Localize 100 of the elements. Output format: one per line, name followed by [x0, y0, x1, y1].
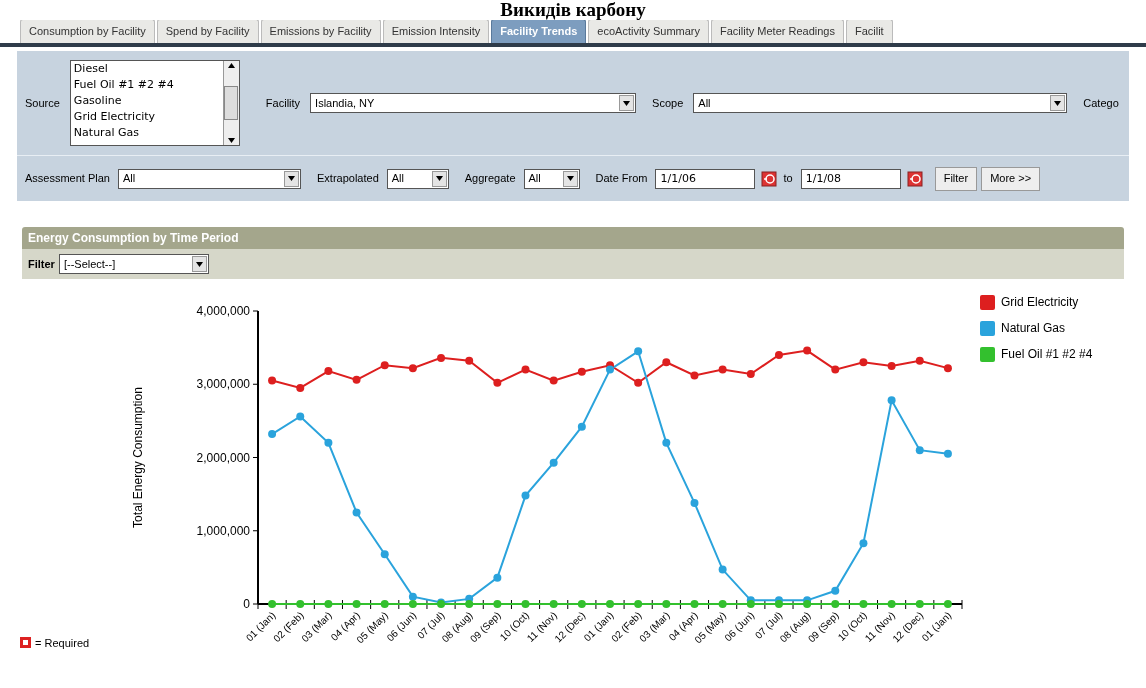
axis-tick-label: 4,000,000	[196, 304, 250, 318]
calendar-icon[interactable]	[906, 170, 923, 187]
data-point	[352, 508, 361, 517]
field-label: Date From	[595, 171, 648, 187]
extrapolated-select[interactable]: All	[386, 168, 449, 189]
scroll-up-icon[interactable]	[227, 63, 235, 68]
list-option[interactable]: Grid Electricity	[73, 109, 220, 125]
list-option[interactable]: Diesel	[73, 61, 220, 77]
data-point	[577, 600, 586, 608]
data-point	[380, 550, 389, 559]
legend-label: Fuel Oil #1 #2 #4	[1001, 346, 1093, 363]
caret-icon	[288, 176, 295, 181]
field-label: Facility	[265, 95, 301, 111]
data-point	[493, 378, 502, 387]
data-point	[887, 361, 896, 370]
date-field[interactable]: 1/1/08	[800, 168, 901, 189]
data-point	[662, 600, 671, 608]
data-point	[268, 376, 277, 385]
field-label: Scope	[652, 95, 684, 111]
data-point	[408, 592, 417, 601]
aggregate-select[interactable]: All	[523, 168, 580, 189]
field-label: Extrapolated	[317, 171, 379, 187]
list-option[interactable]: Natural Gas	[73, 125, 220, 141]
tab[interactable]: Emission Intensity	[382, 20, 490, 43]
tab[interactable]: Spend by Facility	[156, 20, 259, 43]
data-point	[493, 600, 502, 608]
axis-tick-label: 1,000,000	[196, 523, 250, 538]
caret-icon	[1054, 100, 1062, 106]
data-point	[268, 430, 277, 439]
data-point	[296, 383, 305, 392]
data-point	[465, 356, 474, 365]
data-point	[774, 350, 783, 359]
data-point	[549, 458, 558, 467]
tab[interactable]: Facility Meter Readings	[711, 20, 844, 43]
field-label: Filter	[28, 256, 55, 272]
data-point	[634, 378, 643, 387]
tab[interactable]: ecoActivity Summary	[588, 20, 709, 43]
data-point	[831, 365, 840, 374]
data-point	[577, 422, 586, 431]
data-point	[352, 600, 361, 608]
filter-select[interactable]: [--Select--]	[58, 254, 209, 274]
field-label: Catego	[1083, 95, 1119, 111]
field-label: Source	[25, 95, 60, 111]
date-field[interactable]: 1/1/06	[655, 168, 756, 189]
data-point	[915, 600, 924, 608]
calendar-icon[interactable]	[761, 170, 778, 187]
data-point	[718, 365, 727, 374]
caret-icon	[623, 100, 631, 106]
assessment-plan-select[interactable]: All	[118, 168, 301, 189]
list-option[interactable]: Fuel Oil #1 #2 #4	[73, 77, 220, 93]
data-point	[690, 600, 699, 608]
scrollbar[interactable]	[222, 61, 239, 145]
list-option[interactable]: Gasoline	[73, 93, 220, 109]
data-point	[718, 565, 727, 574]
data-point	[493, 573, 502, 582]
tab[interactable]: Facilit	[845, 20, 893, 43]
scope-select[interactable]: All	[693, 93, 1068, 113]
caret-icon	[566, 176, 574, 181]
data-point	[549, 376, 558, 385]
caret-icon	[435, 176, 443, 181]
data-point	[831, 586, 840, 595]
filter-button[interactable]: Filter	[934, 166, 978, 191]
data-point	[352, 375, 361, 384]
footnote: = Required	[35, 635, 90, 651]
data-point	[324, 600, 333, 608]
data-point	[380, 361, 389, 370]
data-point	[690, 371, 699, 380]
data-point	[887, 396, 896, 405]
facility-select[interactable]: Islandia, NY	[310, 93, 637, 113]
field-label: Aggregate	[464, 171, 516, 187]
data-point	[859, 358, 868, 367]
data-point	[634, 600, 643, 608]
caret-icon	[195, 261, 203, 267]
data-point	[662, 438, 671, 447]
legend-label: Natural Gas	[1001, 320, 1066, 337]
data-point	[380, 600, 389, 608]
data-point	[577, 367, 586, 376]
data-point	[718, 600, 727, 608]
tab[interactable]: Emissions by Facility	[260, 20, 381, 43]
data-point	[915, 446, 924, 455]
section-title: Energy Consumption by Time Period	[28, 230, 239, 247]
tab[interactable]: Consumption by Facility	[20, 20, 155, 43]
data-point	[915, 356, 924, 365]
data-point	[521, 491, 530, 500]
axis-title: Total Energy Consumption	[131, 387, 145, 528]
data-point	[408, 364, 417, 373]
data-point	[521, 365, 530, 374]
data-point	[634, 347, 643, 356]
page-heading: Викидів карбону	[500, 0, 646, 20]
data-point	[606, 600, 614, 608]
field-label: to	[783, 171, 793, 187]
data-point	[437, 353, 446, 362]
axis-tick-label: 0	[243, 597, 250, 611]
filter-button[interactable]: More >>	[981, 166, 1041, 191]
source-listbox[interactable]: Diesel Fuel Oil #1 #2 #4 Gasoline Grid Electricity Natural Gas	[69, 60, 240, 146]
data-point	[943, 600, 952, 608]
data-point	[521, 600, 530, 608]
data-point	[662, 358, 671, 367]
scroll-down-icon[interactable]	[227, 138, 235, 143]
required-icon	[20, 637, 31, 649]
